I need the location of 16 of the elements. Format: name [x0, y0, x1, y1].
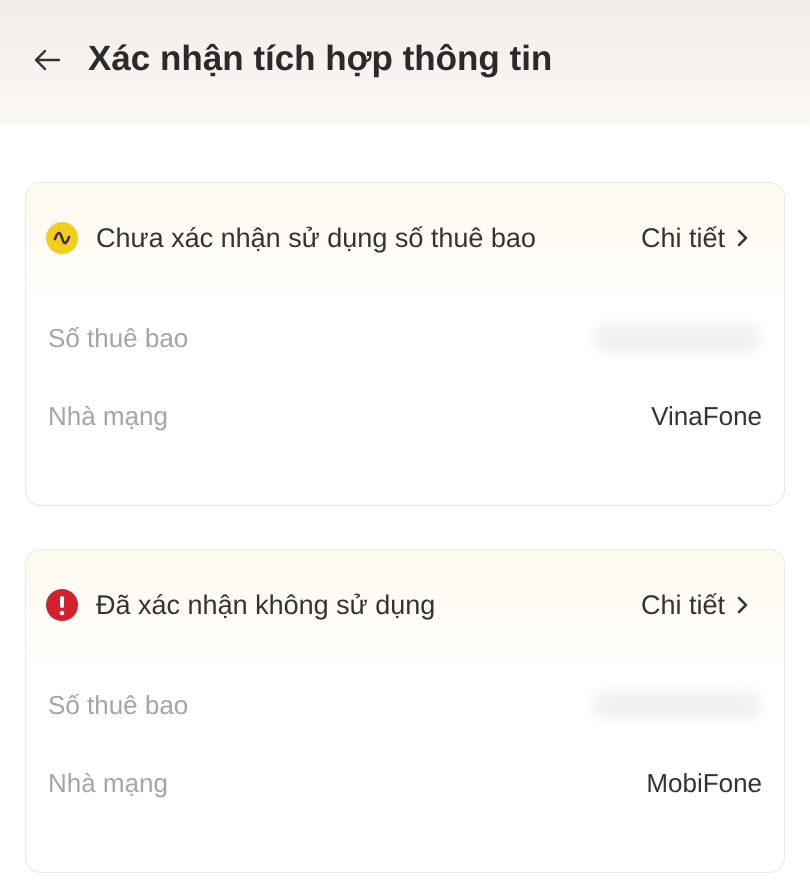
field-value: MobiFone [646, 766, 762, 800]
detail-link[interactable]: Chi tiết [640, 218, 749, 258]
wave-icon [46, 222, 78, 254]
field-label: Số thuê bao [48, 322, 188, 354]
chevron-right-icon [737, 229, 749, 247]
detail-link[interactable]: Chi tiết [640, 584, 749, 626]
status-label: Chưa xác nhận sử dụng số thuê bao [96, 222, 536, 255]
field-label: Nhà mạng [48, 766, 168, 800]
status-label: Đã xác nhận không sử dụng [96, 588, 436, 622]
field-label: Nhà mạng [48, 400, 168, 432]
field-label: Số thuê bao [48, 688, 188, 722]
back-arrow-icon[interactable] [32, 48, 62, 72]
page-title: Xác nhận tích hợp thông tin [88, 38, 552, 80]
field-value: VinaFone [651, 400, 762, 432]
exclamation-icon [46, 589, 78, 621]
chevron-right-icon [737, 596, 749, 614]
